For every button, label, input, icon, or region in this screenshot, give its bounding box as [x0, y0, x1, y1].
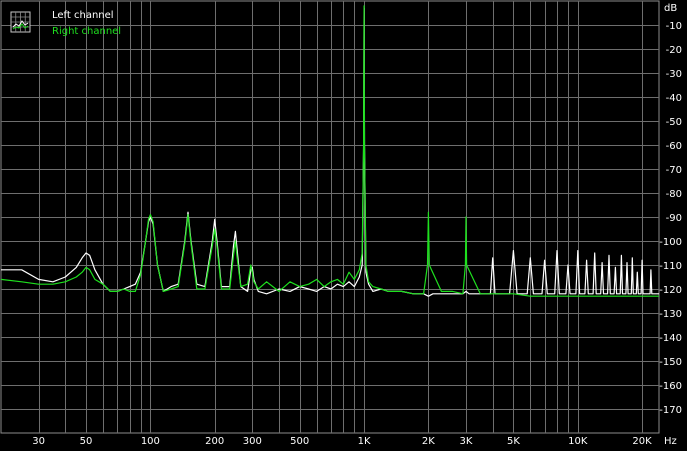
y-tick-label: -130 — [659, 309, 682, 320]
x-tick-label: 3K — [460, 436, 473, 447]
y-axis-unit: dB — [664, 3, 677, 14]
x-tick-label: 30 — [32, 436, 45, 447]
x-tick-label: 1K — [358, 436, 371, 447]
legend: Left channel Right channel — [10, 10, 121, 37]
y-tick-label: -150 — [659, 357, 682, 368]
y-tick-label: -30 — [666, 69, 682, 80]
x-tick-label: 300 — [243, 436, 262, 447]
y-tick-label: -60 — [666, 141, 682, 152]
x-tick-label: 2K — [422, 436, 435, 447]
chart-canvas: -10 -20 -30 -40 -50 -60 -70 -80 -90 -100 -110 -120 -… — [0, 0, 682, 447]
legend-entry-left: Left channel — [52, 10, 114, 21]
y-tick-labels: -10 -20 -30 -40 -50 -60 -70 -80 -90 -100 -110 -120 -… — [659, 21, 682, 416]
y-tick-label: -80 — [666, 189, 682, 200]
y-tick-label: -90 — [666, 213, 682, 224]
spectrum-chart: -10 -20 -30 -40 -50 -60 -70 -80 -90 -100 -110 -120 -… — [0, 0, 687, 451]
y-tick-label: -10 — [666, 21, 682, 32]
x-tick-label: 200 — [205, 436, 224, 447]
x-tick-label: 50 — [80, 436, 93, 447]
x-tick-label: 100 — [141, 436, 160, 447]
x-tick-label: 20K — [632, 436, 652, 447]
y-tick-label: -110 — [659, 261, 682, 272]
x-axis-unit: Hz — [664, 436, 677, 447]
x-tick-label: 10K — [568, 436, 588, 447]
x-tick-label: 5K — [507, 436, 520, 447]
legend-entry-right: Right channel — [52, 26, 121, 37]
y-tick-label: -170 — [659, 405, 682, 416]
y-tick-label: -50 — [666, 117, 682, 128]
x-tick-label: 500 — [290, 436, 309, 447]
y-tick-label: -70 — [666, 165, 682, 176]
y-tick-label: -40 — [666, 93, 682, 104]
grid — [0, 0, 660, 434]
y-tick-label: -140 — [659, 333, 682, 344]
y-tick-label: -120 — [659, 285, 682, 296]
y-tick-label: -20 — [666, 45, 682, 56]
x-tick-labels: 30 50 100 200 300 500 1K 2K 3K 5K 10K 20K — [32, 436, 652, 447]
series-line-0 — [1, 7, 659, 297]
y-tick-label: -100 — [659, 237, 682, 248]
y-tick-label: -160 — [659, 381, 682, 392]
